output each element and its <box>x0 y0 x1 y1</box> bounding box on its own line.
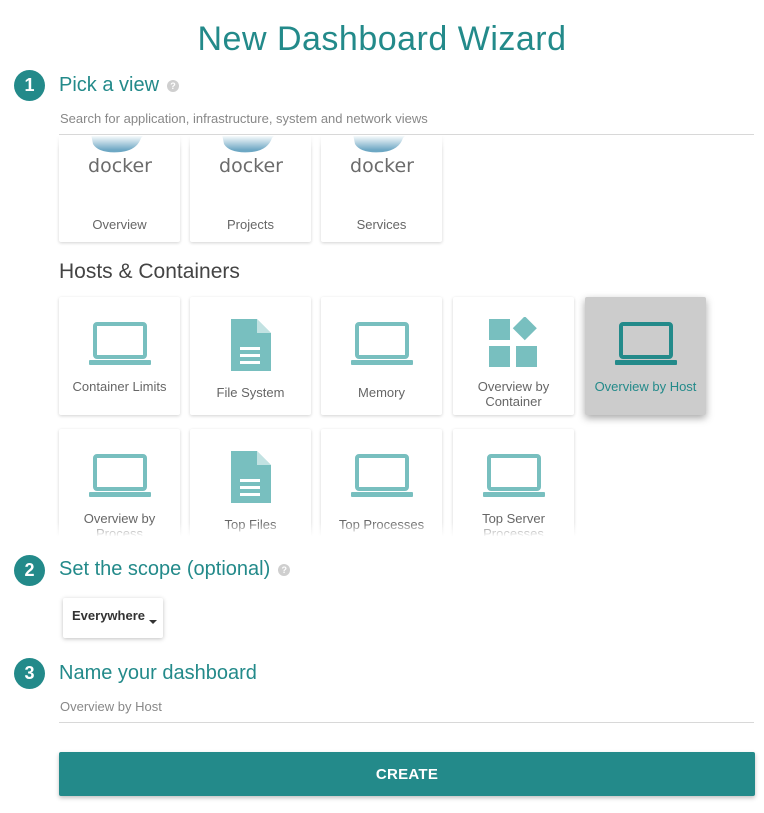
tile-label: Overview by Host <box>594 379 697 394</box>
view-tile-top-files[interactable]: Top Files <box>190 429 311 536</box>
help-icon[interactable]: ? <box>278 563 291 576</box>
view-tile-top-server-processes[interactable]: Top Server Processes <box>453 429 574 536</box>
view-tile-memory[interactable]: Memory <box>321 297 442 415</box>
view-tile-docker-overview[interactable]: docker Overview <box>59 136 180 242</box>
scope-value: Everywhere <box>72 608 145 623</box>
page-title: New Dashboard Wizard <box>197 20 567 58</box>
tile-label: Overview by Container <box>477 379 550 409</box>
step-1-text: Pick a view <box>59 74 160 96</box>
view-tile-overview-by-host[interactable]: Overview by Host <box>585 297 706 415</box>
step-1-label: Pick a view? <box>59 74 180 97</box>
view-tile-docker-services[interactable]: docker Services <box>321 136 442 242</box>
scope-dropdown[interactable]: Everywhere <box>63 598 163 638</box>
tile-label: Overview <box>92 217 147 232</box>
svg-text:docker: docker <box>88 155 152 176</box>
tile-label: Overview by Process <box>83 511 156 536</box>
step-3-label: Name your dashboard <box>59 662 257 684</box>
tile-label: Projects <box>227 217 274 232</box>
tile-label: Container Limits <box>72 379 167 394</box>
step-3-number: 3 <box>14 658 45 689</box>
section-title-hosts: Hosts & Containers <box>59 260 240 283</box>
view-tile-overview-by-container[interactable]: Overview by Container <box>453 297 574 415</box>
view-tile-overview-by-process[interactable]: Overview by Process <box>59 429 180 536</box>
view-tile-top-processes[interactable]: Top Processes <box>321 429 442 536</box>
create-button[interactable]: CREATE <box>59 752 755 796</box>
step-1-number: 1 <box>14 70 45 101</box>
step-2-label: Set the scope (optional)? <box>59 558 291 581</box>
tile-label: Top Server Processes <box>482 511 545 536</box>
svg-text:docker: docker <box>350 155 414 176</box>
dashboard-name-input[interactable] <box>59 699 754 723</box>
tile-label: Top Processes <box>338 517 425 532</box>
tile-label: Memory <box>358 385 405 400</box>
view-tile-file-system[interactable]: File System <box>190 297 311 415</box>
svg-text:docker: docker <box>219 155 283 176</box>
tile-label: Services <box>356 217 407 232</box>
step-2-number: 2 <box>14 555 45 586</box>
view-tile-container-limits[interactable]: Container Limits <box>59 297 180 415</box>
view-picker[interactable]: docker Overview docker Projects docker S… <box>0 136 764 536</box>
view-tile-docker-projects[interactable]: docker Projects <box>190 136 311 242</box>
tile-label: File System <box>216 385 285 400</box>
help-icon[interactable]: ? <box>167 79 180 92</box>
tile-label: Top Files <box>224 517 277 532</box>
step-2-text: Set the scope (optional) <box>59 558 271 580</box>
caret-down-icon <box>149 620 157 624</box>
view-search-input[interactable] <box>59 111 754 135</box>
